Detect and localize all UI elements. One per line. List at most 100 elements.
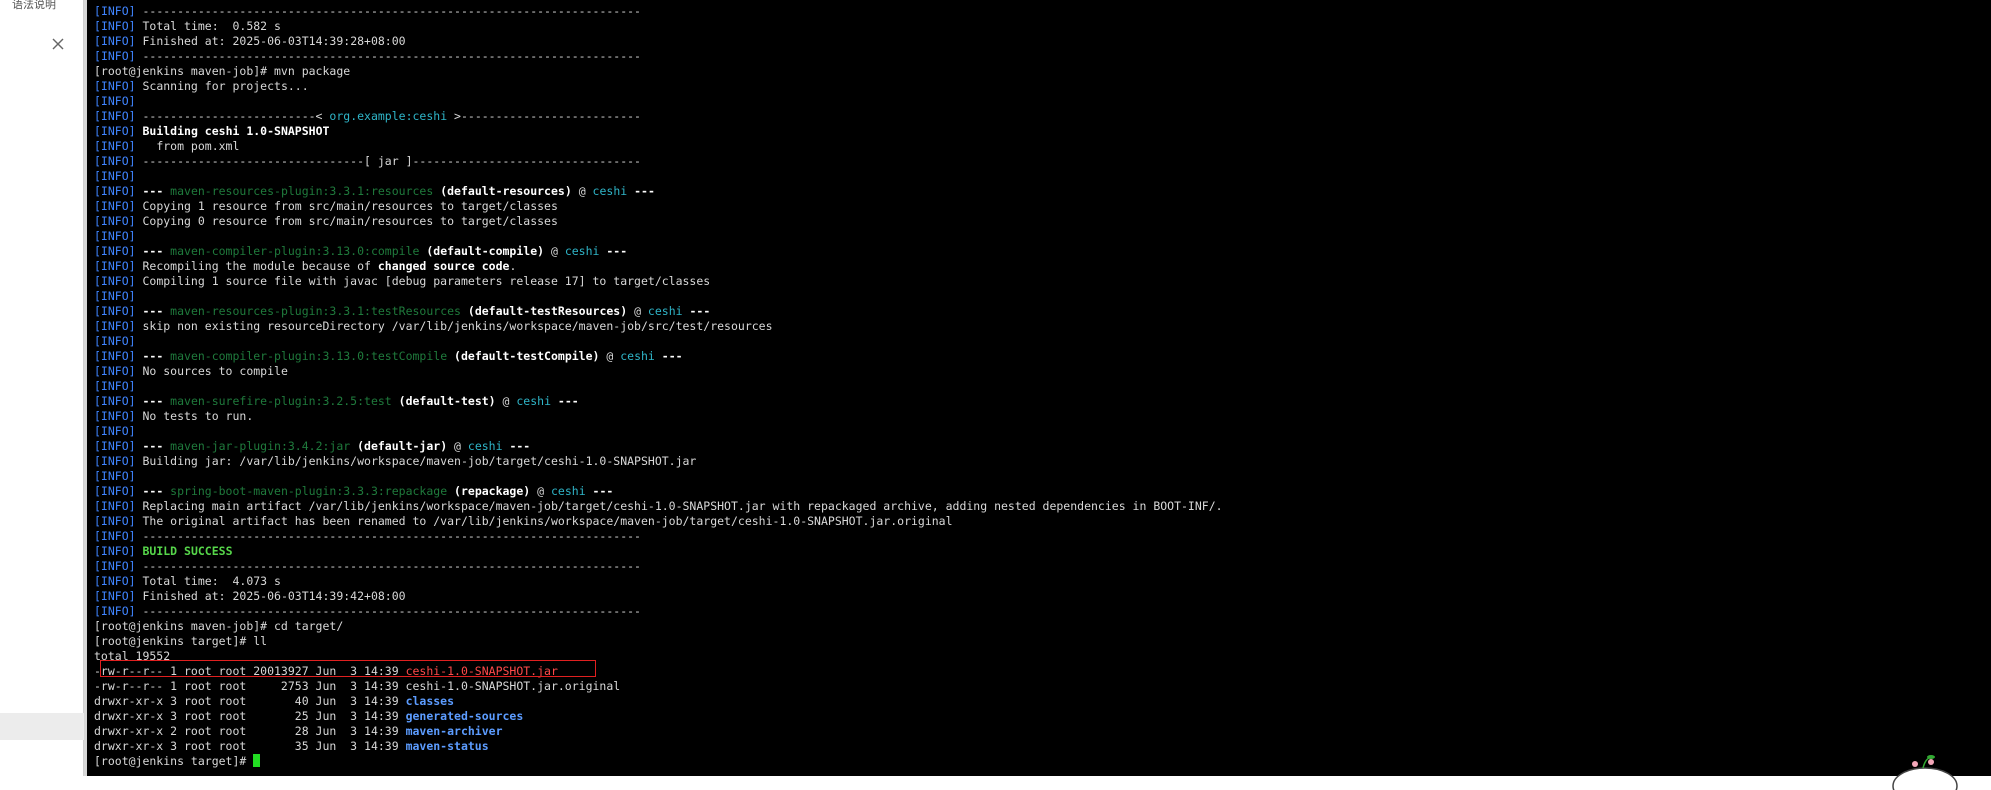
terminal-text-segment: Copying 0 resource from src/main/resourc… [135,214,558,228]
terminal-text-segment: [INFO] [94,364,136,378]
terminal-text-segment: No tests to run. [135,409,254,423]
terminal-line: [INFO] [94,94,1223,109]
terminal-line: [INFO] --------------------------------[… [94,154,1223,169]
terminal-text-segment: ----------------------------------------… [135,604,641,618]
terminal-text-segment: . [509,259,517,273]
terminal-line: [INFO] No sources to compile [94,364,1223,379]
terminal-text-segment: [INFO] [94,319,136,333]
terminal-text-segment: ceshi [564,244,600,258]
terminal-text-segment: [INFO] [94,499,136,513]
terminal-line: [root@jenkins target]# [94,754,1223,769]
terminal-line: [INFO] No tests to run. [94,409,1223,424]
terminal-text-segment: [ [94,49,101,63]
terminal-text-segment: --------------------------------[ jar ]-… [135,154,641,168]
terminal-line: drwxr-xr-x 3 root root 25 Jun 3 14:39 ge… [94,709,1223,724]
terminal-line: [INFO] --- maven-jar-plugin:3.4.2:jar (d… [94,439,1223,454]
terminal-text-segment: [INFO] [94,94,136,108]
terminal-text-segment: ----------------------------------------… [135,49,641,63]
terminal-text-segment: ----------------------------------------… [135,4,641,18]
terminal-text-segment: Finished at: 2025-06-03T14:39:28+08:00 [135,34,406,48]
terminal-text-segment: [root@jenkins target]# ll [94,634,268,648]
terminal-text-segment: @ [627,304,648,318]
terminal-line: [root@jenkins maven-job]# cd target/ [94,619,1223,634]
terminal-text-segment: Building ceshi 1.0-SNAPSHOT [142,124,330,138]
terminal-text-segment: --- [654,349,683,363]
terminal-text-segment: [INFO] [94,199,136,213]
terminal-cursor [253,754,261,767]
terminal-text-segment: @ [599,349,621,363]
terminal-text-segment: INFO] [100,19,136,33]
terminal-text-segment: skip non existing resourceDirectory /var… [135,319,773,333]
terminal-line: [INFO] Scanning for projects... [94,79,1223,94]
terminal-text-segment: [INFO] [94,544,136,558]
terminal-text-segment: --- [135,484,171,498]
terminal-text-segment: [INFO] [94,259,136,273]
terminal-text-segment: --- [599,244,628,258]
terminal-text-segment: [INFO] [94,109,136,123]
terminal-text-segment: [INFO] [94,424,136,438]
terminal-text-segment: [INFO] [94,409,136,423]
mascot-icon [1892,755,1958,790]
terminal-text-segment: (default-testResources) [460,304,628,318]
terminal-line: [INFO] [94,169,1223,184]
terminal-line: [INFO] Building ceshi 1.0-SNAPSHOT [94,124,1223,139]
terminal-text-segment: [INFO] [94,184,136,198]
terminal-line: [INFO] Total time: 4.073 s [94,574,1223,589]
terminal-text-segment: maven-jar-plugin:3.4.2:jar [170,439,351,453]
terminal-text-segment: [INFO] [94,244,136,258]
terminal-line: [INFO] --- maven-compiler-plugin:3.13.0:… [94,244,1223,259]
terminal-text-segment: [root@jenkins target]# [94,754,254,768]
terminal-line: [INFO] [94,334,1223,349]
terminal-output: [INFO] ---------------------------------… [94,4,1223,769]
terminal-text-segment: ceshi [551,484,586,498]
terminal-line: [INFO] --- maven-resources-plugin:3.3.1:… [94,184,1223,199]
terminal-text-segment: Building jar: /var/lib/jenkins/workspace… [135,454,697,468]
terminal-text-segment: ceshi [516,394,551,408]
terminal-line: [INFO] [94,469,1223,484]
terminal-text-segment: [root@jenkins maven-job]# mvn package [94,64,351,78]
terminal-line: [INFO] ---------------------------------… [94,529,1223,544]
terminal-text-segment: Total time: 0.582 s [135,19,281,33]
terminal-window[interactable]: [INFO] ---------------------------------… [87,0,1991,776]
terminal-line: [INFO] Replacing main artifact /var/lib/… [94,499,1223,514]
terminal-text-segment: [INFO] [94,304,136,318]
terminal-text-segment: [INFO] [94,574,136,588]
terminal-text-segment: --- [682,304,711,318]
terminal-text-segment: INFO] [100,4,136,18]
terminal-text-segment: [INFO] [94,529,136,543]
terminal-line: [INFO] Total time: 0.582 s [94,19,1223,34]
terminal-line: -rw-r--r-- 1 root root 2753 Jun 3 14:39 … [94,679,1223,694]
terminal-line: [INFO] skip non existing resourceDirecto… [94,319,1223,334]
sidebar-selected-row[interactable] [0,713,84,740]
terminal-text-segment: [INFO] [94,169,136,183]
jar-highlight-box [100,660,596,677]
terminal-text-segment: generated-sources [405,709,524,723]
terminal-text-segment: [INFO] [94,214,136,228]
terminal-line: [INFO] from pom.xml [94,139,1223,154]
terminal-text-segment: classes [405,694,455,708]
terminal-text-segment: [ [94,4,101,18]
terminal-text-segment: [INFO] [94,229,136,243]
syntax-help-label: 语法说明 [12,0,56,11]
terminal-text-segment: [INFO] [94,604,136,618]
terminal-text-segment: ceshi [647,304,683,318]
terminal-text-segment: (default-compile) [419,244,545,258]
terminal-text-segment: [INFO] [94,154,136,168]
close-icon[interactable] [50,36,66,52]
terminal-text-segment: >-------------------------- [447,109,641,123]
terminal-text-segment: -rw-r--r-- 1 root root 2753 Jun 3 14:39 … [94,679,621,693]
terminal-text-segment: Scanning for projects... [135,79,309,93]
terminal-line: [root@jenkins maven-job]# mvn package [94,64,1223,79]
terminal-line: [INFO] Compiling 1 source file with java… [94,274,1223,289]
terminal-text-segment: [INFO] [94,514,136,528]
terminal-line: [root@jenkins target]# ll [94,634,1223,649]
terminal-line: [INFO] Copying 0 resource from src/main/… [94,214,1223,229]
terminal-text-segment: The original artifact has been renamed t… [135,514,953,528]
terminal-text-segment: Total time: 4.073 s [135,574,281,588]
terminal-text-segment: ----------------------------------------… [135,559,641,573]
terminal-line: [INFO] BUILD SUCCESS [94,544,1223,559]
terminal-text-segment: --- [627,184,655,198]
terminal-text-segment: [INFO] [94,274,136,288]
terminal-line: drwxr-xr-x 3 root root 35 Jun 3 14:39 ma… [94,739,1223,754]
terminal-text-segment: --- [502,439,531,453]
